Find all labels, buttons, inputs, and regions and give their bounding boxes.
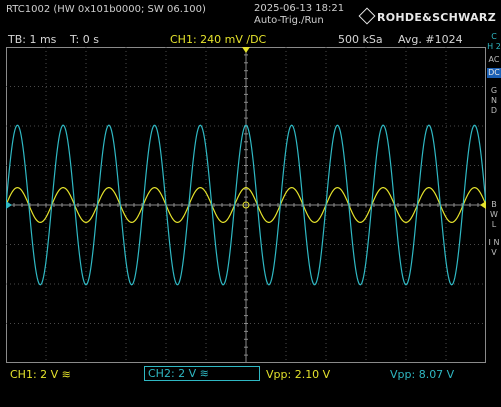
coupling-dc-button[interactable]: DC xyxy=(487,68,501,78)
status-bar: TB: 1 ms T: 0 s CH1: 240 mV /DC 500 kSa … xyxy=(6,32,486,46)
ch1-scale[interactable]: CH1: 2 V ≋ xyxy=(10,368,71,381)
acquisition-mode: Auto-Trig./Run xyxy=(254,15,324,26)
trigger-level[interactable]: CH1: 240 mV /DC xyxy=(170,33,266,46)
datetime-mode: 2025-06-13 18:21 Auto-Trig./Run xyxy=(254,3,344,27)
brand-logo: ROHDE&SCHWARZ xyxy=(358,7,496,25)
trigger-level-marker[interactable] xyxy=(480,201,486,209)
time-offset[interactable]: T: 0 s xyxy=(70,33,99,46)
coupling-ac-button[interactable]: AC xyxy=(487,55,501,65)
graticule xyxy=(6,47,486,363)
channel-offset-marker[interactable] xyxy=(6,201,12,209)
coupling-gnd-button[interactable]: G N D xyxy=(487,86,501,116)
instrument-model: RTC1002 (HW 0x101b0000; SW 06.100) xyxy=(6,4,206,15)
bandwidth-limit-button[interactable]: B W L xyxy=(487,200,501,230)
invert-button[interactable]: I N V xyxy=(487,238,501,258)
title-bar: RTC1002 (HW 0x101b0000; SW 06.100) 2025-… xyxy=(0,0,501,30)
ch1-vpp: Vpp: 2.10 V xyxy=(266,368,331,381)
waveform-plot[interactable] xyxy=(6,47,486,363)
date-time: 2025-06-13 18:21 xyxy=(254,3,345,14)
brand-diamond-icon xyxy=(358,7,376,25)
channel-side-menu: C H 2 AC DC G N D B W L I N V xyxy=(487,32,501,368)
trigger-position-marker[interactable] xyxy=(242,47,250,53)
ch2-vpp: Vpp: 8.07 V xyxy=(390,368,455,381)
averaging-count[interactable]: Avg. #1024 xyxy=(398,33,463,46)
sample-rate: 500 kSa xyxy=(338,33,383,46)
ch2-scale[interactable]: CH2: 2 V ≋ xyxy=(144,366,260,381)
bottom-status-bar: CH1: 2 V ≋ CH2: 2 V ≋ Vpp: 2.10 V Vpp: 8… xyxy=(0,365,501,407)
timebase[interactable]: TB: 1 ms xyxy=(8,33,56,46)
side-channel-label: C H 2 xyxy=(487,32,501,51)
